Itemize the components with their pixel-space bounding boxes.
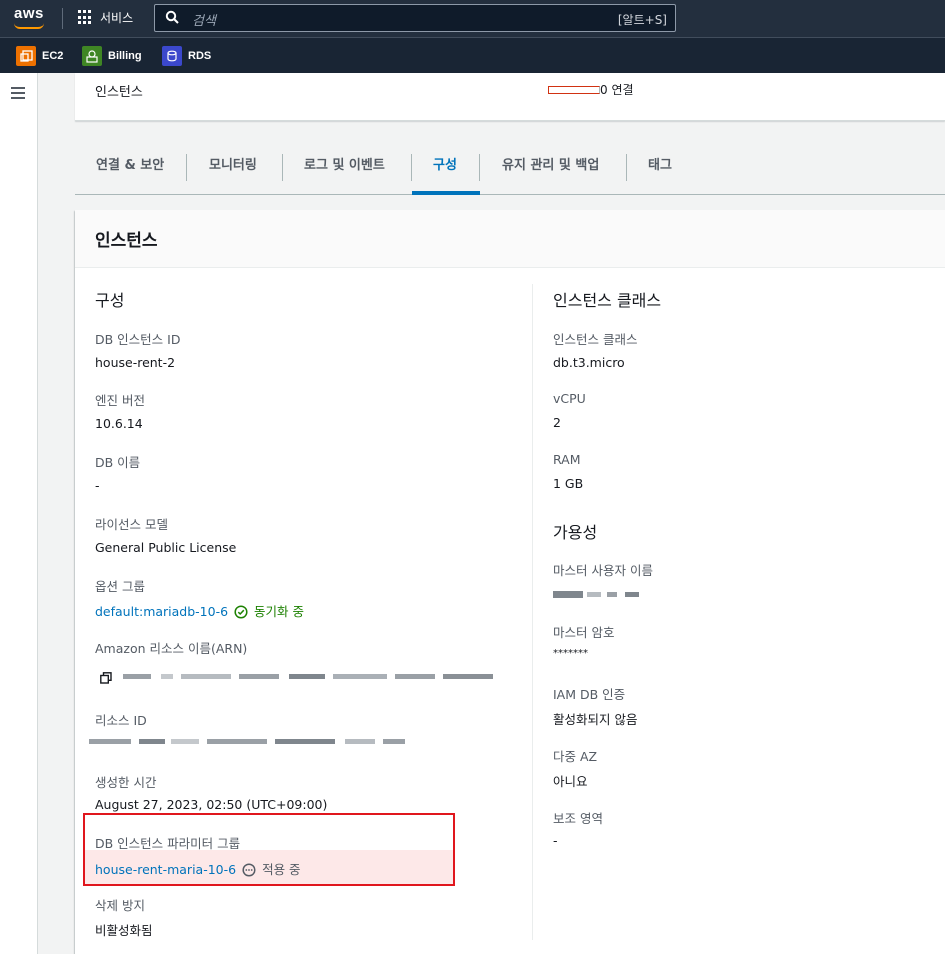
tab-maintenance-backup[interactable]: 유지 관리 및 백업: [502, 154, 599, 184]
services-label: 서비스: [100, 11, 134, 25]
ec2-icon: [16, 46, 36, 66]
rds-icon: [162, 46, 182, 66]
tab-configuration[interactable]: 구성: [433, 154, 457, 184]
master-username-redacted: [553, 590, 643, 599]
db-name-label: DB 이름: [95, 455, 141, 470]
services-menu-button[interactable]: 서비스: [78, 9, 133, 26]
search-input[interactable]: 검색 [알트+S]: [154, 4, 676, 32]
tab-separator: [626, 154, 627, 181]
summary-panel: 인스턴스 0 연결: [75, 73, 945, 121]
instance-id-label: DB 인스턴스 ID: [95, 332, 181, 347]
arn-value-redacted: [123, 672, 493, 681]
grid-icon: [78, 10, 93, 25]
ram-value: 1 GB: [553, 476, 584, 491]
tab-logs-events[interactable]: 로그 및 이벤트: [304, 154, 385, 184]
db-name-value: -: [95, 478, 100, 493]
tab-tags[interactable]: 태그: [648, 154, 672, 184]
multi-az-label: 다중 AZ: [553, 749, 598, 764]
multi-az-value: 아니요: [553, 774, 588, 789]
favorite-label: RDS: [188, 50, 212, 62]
engine-version-label: 엔진 버전: [95, 393, 145, 408]
aws-logo[interactable]: aws: [14, 5, 44, 22]
top-navigation-bar: aws 서비스 검색 [알트+S]: [0, 0, 945, 37]
deletion-protection-value: 비활성화됨: [95, 923, 153, 938]
detail-tabs: 연결 & 보안 모니터링 로그 및 이벤트 구성 유지 관리 및 백업 태그: [75, 140, 945, 195]
tab-separator: [186, 154, 187, 181]
panel-title: 인스턴스: [95, 231, 158, 251]
arn-label: Amazon 리소스 이름(ARN): [95, 641, 248, 656]
ram-label: RAM: [553, 452, 581, 467]
option-group-value: default:mariadb-10-6 동기화 중: [95, 601, 304, 620]
vcpu-label: vCPU: [553, 391, 586, 406]
side-navigation: [0, 73, 38, 954]
connections-value: 0 연결: [600, 83, 634, 97]
deletion-protection-label: 삭제 방지: [95, 898, 145, 913]
check-circle-icon: [234, 605, 248, 619]
vcpu-value: 2: [553, 415, 561, 430]
license-label: 라이선스 모델: [95, 517, 168, 532]
iam-auth-label: IAM DB 인증: [553, 687, 626, 702]
master-password-value: *******: [553, 648, 588, 659]
tab-separator: [282, 154, 283, 181]
search-placeholder: 검색: [192, 14, 216, 29]
instance-class-section-title: 인스턴스 클래스: [553, 291, 662, 310]
secondary-zone-label: 보조 영역: [553, 811, 603, 826]
favorite-billing[interactable]: Billing: [82, 46, 142, 66]
instance-id-value: house-rent-2: [95, 355, 176, 370]
copy-icon[interactable]: [100, 672, 112, 684]
secondary-zone-value: -: [553, 833, 558, 848]
favorite-ec2[interactable]: EC2: [16, 46, 63, 66]
iam-auth-value: 활성화되지 않음: [553, 712, 638, 727]
tab-monitoring[interactable]: 모니터링: [209, 154, 257, 184]
favorite-label: EC2: [42, 50, 64, 62]
option-group-link[interactable]: default:mariadb-10-6: [95, 604, 228, 619]
favorite-label: Billing: [108, 50, 142, 62]
billing-icon: [82, 46, 102, 66]
license-value: General Public License: [95, 540, 237, 555]
tab-separator: [411, 154, 412, 181]
summary-instance-label: 인스턴스: [95, 85, 143, 100]
divider: [62, 8, 63, 29]
connections-bar: [548, 86, 600, 94]
option-group-label: 옵션 그룹: [95, 579, 145, 594]
engine-version-value: 10.6.14: [95, 416, 143, 431]
favorites-bar: EC2 Billing RDS: [0, 37, 945, 73]
search-icon: [165, 10, 179, 24]
column-divider: [532, 284, 533, 940]
resource-id-label: 리소스 ID: [95, 713, 147, 728]
created-time-label: 생성한 시간: [95, 775, 157, 790]
active-tab-indicator: [412, 191, 480, 195]
configuration-section-title: 구성: [95, 291, 125, 310]
option-group-status: 동기화 중: [254, 604, 305, 619]
master-password-label: 마스터 암호: [553, 625, 615, 640]
tab-connectivity-security[interactable]: 연결 & 보안: [96, 154, 164, 184]
search-shortcut-hint: [알트+S]: [617, 13, 667, 27]
tab-separator: [479, 154, 480, 181]
aws-logo-smile: [14, 23, 44, 29]
highlight-annotation-box: [83, 813, 455, 886]
instance-class-value: db.t3.micro: [553, 355, 625, 370]
resource-id-redacted: [89, 737, 405, 746]
favorite-rds[interactable]: RDS: [162, 46, 211, 66]
instance-class-label: 인스턴스 클래스: [553, 332, 638, 347]
master-username-label: 마스터 사용자 이름: [553, 563, 653, 578]
menu-icon[interactable]: [11, 87, 25, 99]
panel-header: 인스턴스: [75, 210, 945, 268]
created-time-value: August 27, 2023, 02:50 (UTC+09:00): [95, 797, 328, 812]
availability-section-title: 가용성: [553, 523, 598, 542]
